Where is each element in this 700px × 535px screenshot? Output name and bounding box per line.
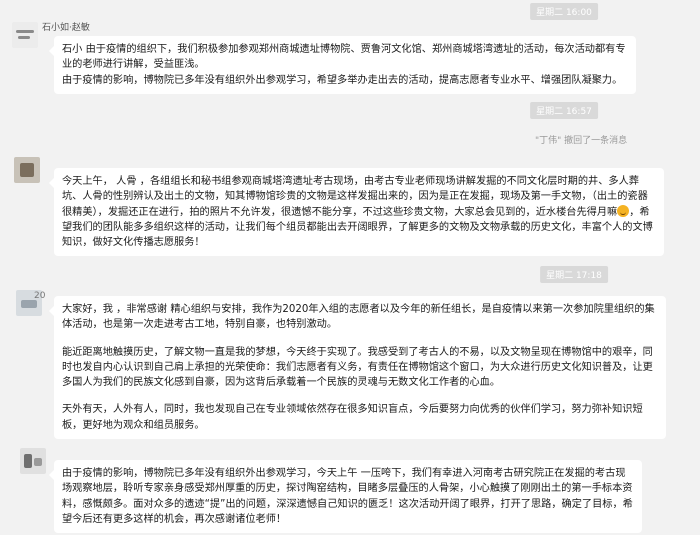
recall-notice: "丁伟" 撤回了一条消息	[535, 136, 628, 146]
avatar[interactable]	[20, 448, 46, 474]
smile-emoji-icon	[617, 204, 630, 217]
message-text: 由于疫情的影响，博物院已多年没有组织外出参观学习，希望多举办走出去的活动，提高志…	[62, 74, 623, 86]
message-text: 能近距离地触摸历史，了解文物一直是我的梦想，今天终于实现了。我感受到了考古人的不…	[62, 346, 653, 389]
message-text: 大家好，我 ，非常感谢 精心组织与安排，我作为2020年入组的志愿者以及今年的新…	[62, 304, 655, 331]
message-text: 石小 由于疫情的组织下，我们积极参加参观郑州商城遗址博物院、贾鲁河文化馆、郑州商…	[62, 44, 626, 71]
message-bubble[interactable]: 由于疫情的影响，博物院已多年没有组织外出参观学习，今天上午 一压咵下，我们有幸进…	[49, 460, 642, 534]
avatar[interactable]	[14, 157, 40, 183]
chat-history: 石小如·赵敏 星期二 16:00 石小 由于疫情的组织下，我们积极参加参观郑州商…	[0, 0, 700, 535]
sender-name: 20	[34, 291, 46, 301]
timestamp: 星期二 17:18	[540, 266, 608, 283]
avatar[interactable]	[12, 22, 38, 48]
message-bubble[interactable]: 石小 由于疫情的组织下，我们积极参加参观郑州商城遗址博物院、贾鲁河文化馆、郑州商…	[49, 36, 636, 94]
message-text: 由于疫情的影响，博物院已多年没有组织外出参观学习，今天上午 一压咵下，我们有幸进…	[62, 468, 633, 525]
sender-name: 石小如·赵敏	[42, 23, 90, 33]
timestamp: 星期二 16:57	[530, 102, 598, 119]
message-text: 天外有天，人外有人，同时，我也发现自己在专业领域依然存在很多知识盲点，今后要努力…	[62, 404, 643, 431]
timestamp: 星期二 16:00	[530, 3, 598, 20]
message-text: 今天上午， 人骨 ，各组组长和秘书组参观商城塔湾遗址考古现场，由考古专业老师现场…	[62, 176, 648, 218]
message-bubble[interactable]: 今天上午， 人骨 ，各组组长和秘书组参观商城塔湾遗址考古现场，由考古专业老师现场…	[49, 168, 664, 257]
message-bubble[interactable]: 大家好，我 ，非常感谢 精心组织与安排，我作为2020年入组的志愿者以及今年的新…	[49, 296, 666, 440]
